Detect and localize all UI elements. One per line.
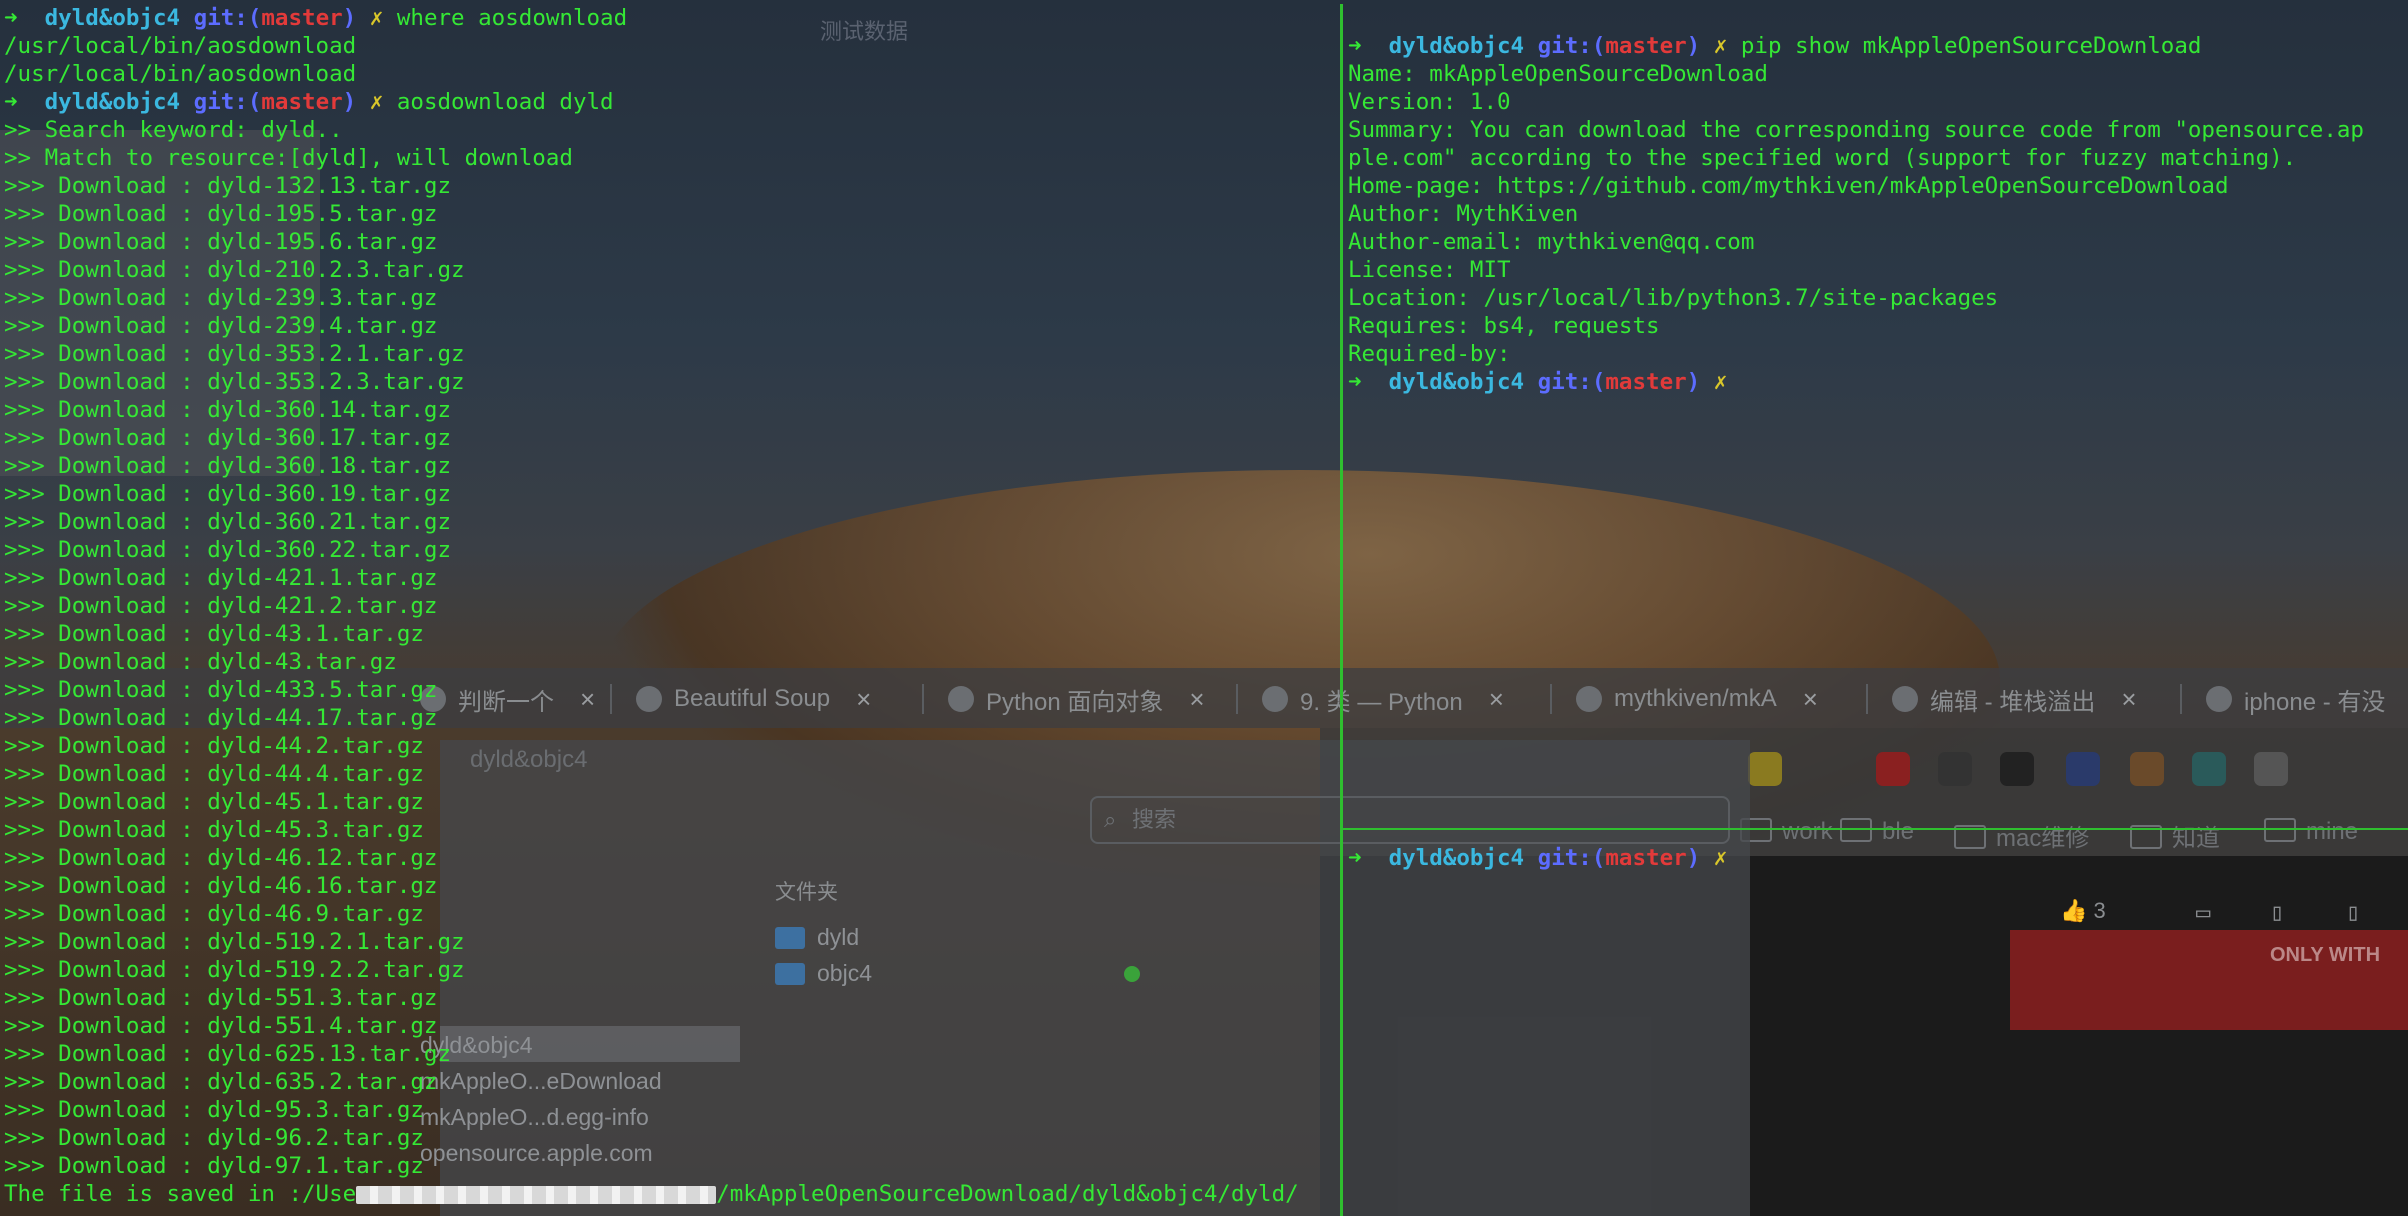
- download-line: >>> Download : dyld-195.5.tar.gz: [4, 201, 438, 227]
- download-line: >>> Download : dyld-635.2.tar.gz: [4, 1069, 438, 1095]
- pip-output-line: Summary: You can download the correspond…: [1348, 117, 2364, 143]
- download-line: >>> Download : dyld-45.1.tar.gz: [4, 789, 424, 815]
- pip-output-line: Version: 1.0: [1348, 89, 1511, 115]
- output-line: /usr/local/bin/aosdownload: [4, 33, 357, 59]
- download-line: >>> Download : dyld-360.18.tar.gz: [4, 453, 452, 479]
- download-line: >>> Download : dyld-43.1.tar.gz: [4, 621, 424, 647]
- output-line: >> Search keyword: dyld..: [4, 117, 343, 143]
- output-line: >> Match to resource:[dyld], will downlo…: [4, 145, 573, 171]
- download-line: >>> Download : dyld-44.4.tar.gz: [4, 761, 424, 787]
- pip-output-line: License: MIT: [1348, 257, 1511, 283]
- pane-divider-horizontal[interactable]: [1342, 828, 2408, 830]
- prompt-line: ➜ dyld&objc4 git:(master) ✗ pip show mkA…: [1348, 33, 2202, 59]
- download-line: >>> Download : dyld-96.2.tar.gz: [4, 1125, 424, 1151]
- prompt-line: ➜ dyld&objc4 git:(master) ✗: [1348, 369, 1728, 395]
- download-line: >>> Download : dyld-360.17.tar.gz: [4, 425, 452, 451]
- download-line: >>> Download : dyld-360.21.tar.gz: [4, 509, 452, 535]
- download-line: >>> Download : dyld-132.13.tar.gz: [4, 173, 452, 199]
- download-line: >>> Download : dyld-519.2.2.tar.gz: [4, 957, 465, 983]
- download-line: >>> Download : dyld-239.3.tar.gz: [4, 285, 438, 311]
- pip-output-line: Home-page: https://github.com/mythkiven/…: [1348, 173, 2229, 199]
- right-top-terminal-pane[interactable]: ➜ dyld&objc4 git:(master) ✗ pip show mkA…: [1344, 4, 2408, 826]
- download-line: >>> Download : dyld-625.13.tar.gz: [4, 1041, 452, 1067]
- download-line: >>> Download : dyld-353.2.1.tar.gz: [4, 341, 465, 367]
- right-bottom-terminal-pane[interactable]: ➜ dyld&objc4 git:(master) ✗: [1344, 832, 2408, 1216]
- download-line: >>> Download : dyld-46.9.tar.gz: [4, 901, 424, 927]
- download-line: >>> Download : dyld-360.22.tar.gz: [4, 537, 452, 563]
- download-line: >>> Download : dyld-551.3.tar.gz: [4, 985, 438, 1011]
- download-line: >>> Download : dyld-519.2.1.tar.gz: [4, 929, 465, 955]
- pip-output-line: Author: MythKiven: [1348, 201, 1579, 227]
- download-line: >>> Download : dyld-43.tar.gz: [4, 649, 397, 675]
- pip-output-line: Name: mkAppleOpenSourceDownload: [1348, 61, 1768, 87]
- redacted-path: [356, 1185, 717, 1204]
- download-line: >>> Download : dyld-95.3.tar.gz: [4, 1097, 424, 1123]
- download-line: >>> Download : dyld-421.2.tar.gz: [4, 593, 438, 619]
- download-line: >>> Download : dyld-44.17.tar.gz: [4, 705, 438, 731]
- download-line: >>> Download : dyld-360.14.tar.gz: [4, 397, 452, 423]
- prompt-line: ➜ dyld&objc4 git:(master) ✗ aosdownload …: [4, 89, 614, 115]
- download-line: >>> Download : dyld-46.12.tar.gz: [4, 845, 438, 871]
- download-line: >>> Download : dyld-239.4.tar.gz: [4, 313, 438, 339]
- prompt-line: ➜ dyld&objc4 git:(master) ✗ where aosdow…: [4, 5, 628, 31]
- download-line: >>> Download : dyld-44.2.tar.gz: [4, 733, 424, 759]
- pip-output-line: Location: /usr/local/lib/python3.7/site-…: [1348, 285, 1999, 311]
- download-line: >>> Download : dyld-97.1.tar.gz: [4, 1153, 424, 1179]
- download-line: >>> Download : dyld-421.1.tar.gz: [4, 565, 438, 591]
- pip-output-line: Required-by:: [1348, 341, 1511, 367]
- download-line: >>> Download : dyld-433.5.tar.gz: [4, 677, 438, 703]
- download-line: >>> Download : dyld-195.6.tar.gz: [4, 229, 438, 255]
- prompt-line: ➜ dyld&objc4 git:(master) ✗: [1348, 845, 1728, 871]
- pip-output-line: ple.com" according to the specified word…: [1348, 145, 2297, 171]
- download-line: >>> Download : dyld-353.2.3.tar.gz: [4, 369, 465, 395]
- saved-path-line: The file is saved in :/Use/mkAppleOpenSo…: [4, 1181, 1299, 1207]
- download-line: >>> Download : dyld-45.3.tar.gz: [4, 817, 424, 843]
- left-terminal-pane[interactable]: ➜ dyld&objc4 git:(master) ✗ where aosdow…: [0, 0, 1338, 1216]
- download-line: >>> Download : dyld-360.19.tar.gz: [4, 481, 452, 507]
- download-line: >>> Download : dyld-551.4.tar.gz: [4, 1013, 438, 1039]
- download-line: >>> Download : dyld-210.2.3.tar.gz: [4, 257, 465, 283]
- pip-output-line: Requires: bs4, requests: [1348, 313, 1660, 339]
- output-line: /usr/local/bin/aosdownload: [4, 61, 357, 87]
- pip-output-line: Author-email: mythkiven@qq.com: [1348, 229, 1755, 255]
- pane-divider-vertical[interactable]: [1340, 4, 1343, 1216]
- download-line: >>> Download : dyld-46.16.tar.gz: [4, 873, 438, 899]
